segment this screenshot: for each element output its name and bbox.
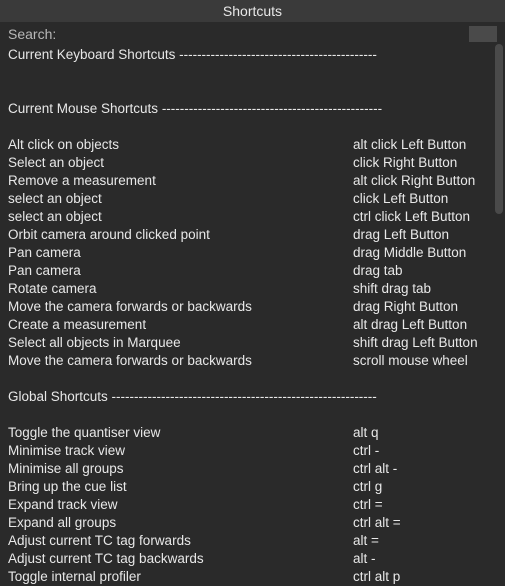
shortcut-action: Expand all groups	[8, 514, 353, 532]
shortcut-action: select an object	[8, 208, 353, 226]
shortcut-action: Toggle the quantiser view	[8, 424, 353, 442]
window-title: Shortcuts	[0, 0, 505, 22]
shortcut-action: Remove a measurement	[8, 172, 353, 190]
shortcut-row: Orbit camera around clicked pointdrag Le…	[8, 226, 497, 244]
shortcut-row: Select an objectclick Right Button	[8, 154, 497, 172]
section-keyboard-header: Current Keyboard Shortcuts -------------…	[8, 46, 497, 64]
shortcut-row: Alt click on objectsalt click Left Butto…	[8, 136, 497, 154]
shortcut-action: Expand track view	[8, 496, 353, 514]
section-mouse-header: Current Mouse Shortcuts ----------------…	[8, 100, 497, 118]
shortcut-key: alt click Right Button	[353, 172, 497, 190]
shortcut-action: Orbit camera around clicked point	[8, 226, 353, 244]
shortcut-key: ctrl alt p	[353, 568, 497, 586]
shortcut-action: Minimise track view	[8, 442, 353, 460]
shortcut-row: Pan cameradrag Middle Button	[8, 244, 497, 262]
shortcut-action: Move the camera forwards or backwards	[8, 298, 353, 316]
shortcut-key: ctrl =	[353, 496, 497, 514]
spacer	[8, 118, 497, 136]
shortcut-key: alt drag Left Button	[353, 316, 497, 334]
shortcut-key: drag Right Button	[353, 298, 497, 316]
shortcut-row: Remove a measurementalt click Right Butt…	[8, 172, 497, 190]
shortcut-action: Adjust current TC tag forwards	[8, 532, 353, 550]
scrollbar-thumb[interactable]	[495, 44, 503, 214]
search-input[interactable]	[62, 25, 463, 43]
search-end-box	[469, 26, 497, 42]
shortcut-action: Select an object	[8, 154, 353, 172]
spacer	[8, 370, 497, 388]
shortcut-key: drag tab	[353, 262, 497, 280]
shortcut-row: select an objectctrl click Left Button	[8, 208, 497, 226]
shortcut-action: Alt click on objects	[8, 136, 353, 154]
spacer	[8, 406, 497, 424]
shortcut-action: Select all objects in Marquee	[8, 334, 353, 352]
shortcut-key: alt q	[353, 424, 497, 442]
shortcut-action: Toggle internal profiler	[8, 568, 353, 586]
shortcut-row: Select all objects in Marqueeshift drag …	[8, 334, 497, 352]
shortcut-key: alt =	[353, 532, 497, 550]
shortcut-row: Move the camera forwards or backwardsdra…	[8, 298, 497, 316]
spacer	[8, 82, 497, 100]
shortcut-action: Minimise all groups	[8, 460, 353, 478]
search-row: Search:	[0, 22, 505, 46]
shortcut-key: drag Middle Button	[353, 244, 497, 262]
shortcut-key: click Right Button	[353, 154, 497, 172]
search-label: Search:	[8, 26, 56, 42]
shortcut-row: Expand all groupsctrl alt =	[8, 514, 497, 532]
shortcut-row: Pan cameradrag tab	[8, 262, 497, 280]
shortcut-row: Move the camera forwards or backwardsscr…	[8, 352, 497, 370]
shortcut-action: Move the camera forwards or backwards	[8, 352, 353, 370]
shortcut-row: Adjust current TC tag backwardsalt -	[8, 550, 497, 568]
shortcut-key: ctrl alt -	[353, 460, 497, 478]
shortcuts-content: Current Keyboard Shortcuts -------------…	[0, 46, 505, 586]
shortcut-row: Rotate camerashift drag tab	[8, 280, 497, 298]
shortcut-key: ctrl click Left Button	[353, 208, 497, 226]
shortcut-key: click Left Button	[353, 190, 497, 208]
shortcut-action: select an object	[8, 190, 353, 208]
shortcut-row: Minimise all groupsctrl alt -	[8, 460, 497, 478]
shortcut-key: ctrl g	[353, 478, 497, 496]
shortcut-action: Rotate camera	[8, 280, 353, 298]
shortcut-action: Pan camera	[8, 244, 353, 262]
shortcut-row: Create a measurementalt drag Left Button	[8, 316, 497, 334]
shortcut-row: Minimise track viewctrl -	[8, 442, 497, 460]
shortcut-key: drag Left Button	[353, 226, 497, 244]
shortcut-row: Adjust current TC tag forwardsalt =	[8, 532, 497, 550]
shortcut-row: Expand track viewctrl =	[8, 496, 497, 514]
section-global-header: Global Shortcuts -----------------------…	[8, 388, 497, 406]
shortcut-action: Bring up the cue list	[8, 478, 353, 496]
shortcut-row: Toggle the quantiser viewalt q	[8, 424, 497, 442]
shortcut-key: alt -	[353, 550, 497, 568]
spacer	[8, 64, 497, 82]
shortcut-action: Adjust current TC tag backwards	[8, 550, 353, 568]
shortcut-key: ctrl alt =	[353, 514, 497, 532]
shortcut-row: select an objectclick Left Button	[8, 190, 497, 208]
shortcut-row: Bring up the cue listctrl g	[8, 478, 497, 496]
shortcut-key: shift drag tab	[353, 280, 497, 298]
shortcut-key: ctrl -	[353, 442, 497, 460]
shortcut-key: shift drag Left Button	[353, 334, 497, 352]
shortcut-row: Toggle internal profilerctrl alt p	[8, 568, 497, 586]
shortcut-key: alt click Left Button	[353, 136, 497, 154]
shortcut-key: scroll mouse wheel	[353, 352, 497, 370]
shortcut-action: Pan camera	[8, 262, 353, 280]
shortcut-action: Create a measurement	[8, 316, 353, 334]
